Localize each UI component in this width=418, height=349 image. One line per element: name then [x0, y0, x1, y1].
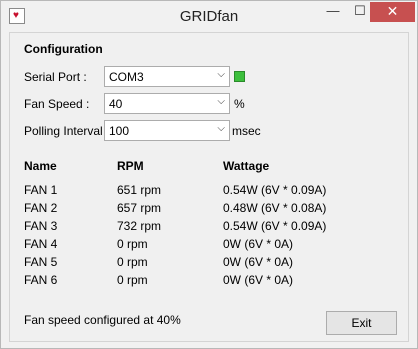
serial-port-value: COM3 [109, 70, 144, 84]
exit-button[interactable]: Exit [326, 311, 397, 335]
fan-rpm: 0 rpm [117, 255, 148, 269]
fan-rpm: 0 rpm [117, 237, 148, 251]
fan-rpm: 657 rpm [117, 201, 162, 215]
fan-wattage: 0W (6V * 0A) [223, 255, 294, 269]
fan-name: FAN 1 [24, 183, 58, 197]
status-message: Fan speed configured at 40% [24, 313, 181, 327]
chevron-down-icon: ⌵ [217, 96, 225, 107]
main-panel: Configuration Serial Port : COM3 ⌵ Fan S… [9, 32, 409, 342]
header-rpm: RPM [117, 159, 144, 173]
serial-port-label: Serial Port : [24, 70, 87, 84]
chevron-down-icon: ⌵ [217, 69, 225, 80]
polling-interval-unit: msec [232, 124, 261, 138]
fan-rpm: 651 rpm [117, 183, 162, 197]
fan-name: FAN 4 [24, 237, 58, 251]
fan-speed-select[interactable]: 40 ⌵ [104, 93, 230, 114]
header-wattage: Wattage [223, 159, 270, 173]
fan-name: FAN 5 [24, 255, 58, 269]
polling-interval-value: 100 [109, 124, 130, 138]
polling-interval-select[interactable]: 100 ⌵ [104, 120, 230, 141]
serial-port-select[interactable]: COM3 ⌵ [104, 66, 230, 87]
fan-name: FAN 2 [24, 201, 58, 215]
fan-rpm: 0 rpm [117, 273, 148, 287]
close-button[interactable]: ✕ [370, 2, 415, 22]
fan-speed-label: Fan Speed : [24, 97, 90, 111]
header-name: Name [24, 159, 57, 173]
app-window: ♥ GRIDfan — ☐ ✕ Configuration Serial Por… [0, 0, 418, 349]
fan-speed-value: 40 [109, 97, 123, 111]
title-bar[interactable]: ♥ GRIDfan — ☐ ✕ [1, 1, 417, 32]
fan-wattage: 0.54W (6V * 0.09A) [223, 183, 327, 197]
fan-wattage: 0.54W (6V * 0.09A) [223, 219, 327, 233]
fan-wattage: 0W (6V * 0A) [223, 273, 294, 287]
configuration-heading: Configuration [24, 42, 103, 56]
fan-speed-unit: % [234, 97, 245, 111]
minimize-button[interactable]: — [320, 2, 346, 22]
chevron-down-icon: ⌵ [217, 123, 225, 134]
fan-wattage: 0.48W (6V * 0.08A) [223, 201, 327, 215]
polling-interval-label: Polling Interval : [24, 124, 110, 138]
fan-wattage: 0W (6V * 0A) [223, 237, 294, 251]
fan-name: FAN 3 [24, 219, 58, 233]
fan-rpm: 732 rpm [117, 219, 162, 233]
fan-name: FAN 6 [24, 273, 58, 287]
connection-status-indicator [234, 71, 245, 82]
